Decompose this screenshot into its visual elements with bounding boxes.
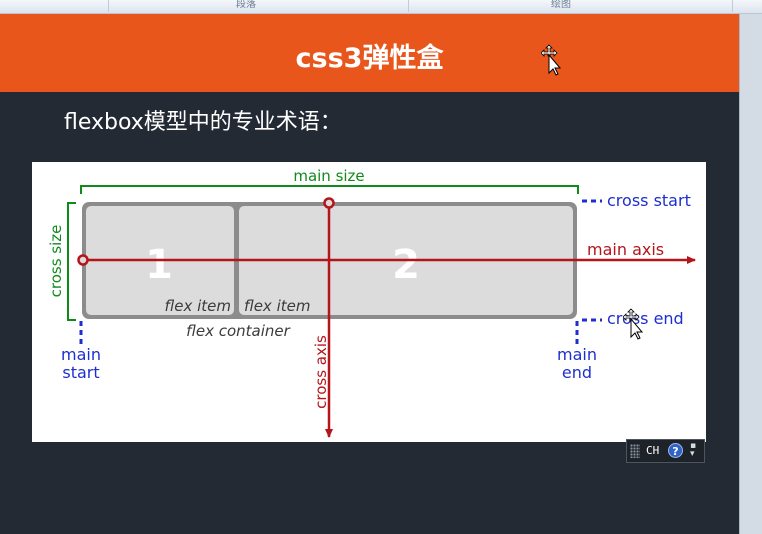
vertical-scrollbar[interactable] [739,14,762,534]
main-axis-label: main axis [587,240,664,259]
slide-subtitle[interactable]: flexbox模型中的专业术语： [64,104,342,136]
ribbon-group-labels: 段落 绘图 [0,0,762,14]
flex-item-2-number: 2 [392,242,420,288]
move-cursor-icon [541,44,561,76]
ribbon-group-drawing[interactable]: 绘图 [551,0,571,11]
main-end-label-line1: main [557,345,597,364]
main-end-label-line2: end [562,363,592,382]
flex-item-2-label: flex item [244,297,310,315]
ribbon-separator [408,0,409,12]
slide-title[interactable]: css3弹性盒 [0,36,739,75]
main-start-label-line1: main [61,345,101,364]
cross-axis-origin [323,197,335,209]
slide-title-bar: css3弹性盒 [0,14,739,92]
main-size-label: main size [293,167,364,185]
cross-size-bracket [67,202,76,321]
cross-axis-label: cross axis [312,335,330,409]
main-size-bracket [80,185,579,194]
ime-language-bar[interactable]: CH ? ▪ ▾ [626,439,705,463]
cross-size-label: cross size [47,225,65,298]
cross-end-label: cross end [607,309,684,328]
grip-icon[interactable] [630,444,640,458]
ribbon-group-paragraph[interactable]: 段落 [236,0,256,11]
options-menu-icon[interactable]: ▪ ▾ [690,442,696,459]
ime-language-indicator[interactable]: CH [646,444,659,457]
flex-item-1-number: 1 [145,242,173,288]
ribbon-separator [108,0,109,12]
move-cursor-icon [623,308,643,340]
help-icon[interactable]: ? [668,443,683,458]
ribbon-separator [732,0,733,12]
flexbox-diagram-svg: main size cross size 1 2 flex item flex … [47,167,696,438]
flex-item-1-label: flex item [165,297,231,315]
main-axis-origin [77,254,89,266]
main-start-label-line2: start [62,363,99,382]
flex-container-label: flex container [186,322,290,340]
flexbox-diagram[interactable]: main size cross size 1 2 flex item flex … [32,162,706,442]
cross-start-label: cross start [607,191,691,210]
